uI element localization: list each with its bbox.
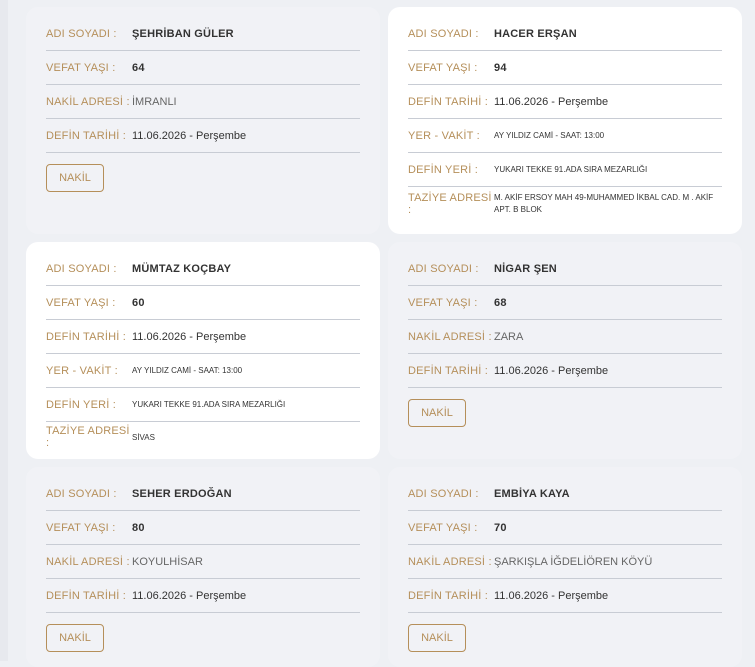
name-label: ADI SOYADI : <box>408 487 479 500</box>
name-value: SEHER ERDOĞAN <box>132 487 232 500</box>
burial-date-label: DEFİN TARİHİ : <box>408 364 489 377</box>
burial-place-value: YUKARI TEKKE 91.ADA SIRA MEZARLIĞI <box>494 165 648 174</box>
age-value: 64 <box>132 61 145 74</box>
transfer-address-value: ZARA <box>494 330 524 343</box>
age-row: VEFAT YAŞI : 70 <box>408 511 722 545</box>
obituary-card: ADI SOYADI : HACER ERŞAN VEFAT YAŞI : 94… <box>388 7 742 234</box>
name-label: ADI SOYADI : <box>408 27 479 40</box>
transfer-address-label: NAKİL ADRESİ : <box>408 555 492 568</box>
burial-date-value: 11.06.2026 - Perşembe <box>494 95 609 108</box>
obituary-card: ADI SOYADI : ŞEHRİBAN GÜLER VEFAT YAŞI :… <box>26 7 380 234</box>
burial-place-row: DEFİN YERİ : YUKARI TEKKE 91.ADA SIRA ME… <box>46 388 360 422</box>
obituary-card: ADI SOYADI : SEHER ERDOĞAN VEFAT YAŞI : … <box>26 467 380 667</box>
burial-date-value: 11.06.2026 - Perşembe <box>132 589 247 602</box>
burial-date-value: 11.06.2026 - Perşembe <box>494 589 609 602</box>
transfer-address-row: NAKİL ADRESİ : ZARA <box>408 320 722 354</box>
name-row: ADI SOYADI : ŞEHRİBAN GÜLER <box>46 17 360 51</box>
condolence-address-row: TAZİYE ADRESİ : SİVAS <box>46 422 360 452</box>
place-time-value: AY YILDIZ CAMİ - SAAT: 13:00 <box>494 131 605 140</box>
condolence-address-value: SİVAS <box>132 432 155 442</box>
obituary-card: ADI SOYADI : NİGAR ŞEN VEFAT YAŞI : 68 N… <box>388 242 742 459</box>
age-label: VEFAT YAŞI : <box>408 521 478 534</box>
name-value: NİGAR ŞEN <box>494 262 557 275</box>
burial-date-value: 11.06.2026 - Perşembe <box>494 364 609 377</box>
place-time-row: YER - VAKİT : AY YILDIZ CAMİ - SAAT: 13:… <box>46 354 360 388</box>
place-time-label: YER - VAKİT : <box>408 129 480 142</box>
name-value: HACER ERŞAN <box>494 27 577 40</box>
transfer-address-row: NAKİL ADRESİ : İMRANLI <box>46 85 360 119</box>
age-row: VEFAT YAŞI : 68 <box>408 286 722 320</box>
transfer-address-value: İMRANLI <box>132 95 177 108</box>
burial-date-value: 11.06.2026 - Perşembe <box>132 129 247 142</box>
burial-date-row: DEFİN TARİHİ : 11.06.2026 - Perşembe <box>408 354 722 388</box>
age-row: VEFAT YAŞI : 94 <box>408 51 722 85</box>
age-label: VEFAT YAŞI : <box>46 296 116 309</box>
transfer-address-row: NAKİL ADRESİ : KOYULHİSAR <box>46 545 360 579</box>
name-value: MÜMTAZ KOÇBAY <box>132 262 232 275</box>
name-value: ŞEHRİBAN GÜLER <box>132 27 234 40</box>
burial-date-row: DEFİN TARİHİ : 11.06.2026 - Perşembe <box>408 85 722 119</box>
burial-date-row: DEFİN TARİHİ : 11.06.2026 - Perşembe <box>408 579 722 613</box>
place-time-label: YER - VAKİT : <box>46 364 118 377</box>
burial-place-label: DEFİN YERİ : <box>46 398 117 411</box>
age-row: VEFAT YAŞI : 80 <box>46 511 360 545</box>
age-label: VEFAT YAŞI : <box>46 61 116 74</box>
burial-place-row: DEFİN YERİ : YUKARI TEKKE 91.ADA SIRA ME… <box>408 153 722 187</box>
left-edge-rail <box>0 0 8 661</box>
transfer-address-label: NAKİL ADRESİ : <box>408 330 492 343</box>
burial-place-value: YUKARI TEKKE 91.ADA SIRA MEZARLIĞI <box>132 400 286 409</box>
name-row: ADI SOYADI : NİGAR ŞEN <box>408 252 722 286</box>
transfer-address-value: KOYULHİSAR <box>132 555 203 568</box>
age-row: VEFAT YAŞI : 60 <box>46 286 360 320</box>
burial-place-label: DEFİN YERİ : <box>408 163 479 176</box>
condolence-address-row: TAZİYE ADRESİ : M. AKİF ERSOY MAH 49-MUH… <box>408 187 722 221</box>
condolence-address-value: M. AKİF ERSOY MAH 49-MUHAMMED İKBAL CAD.… <box>494 193 714 214</box>
obituary-card: ADI SOYADI : EMBİYA KAYA VEFAT YAŞI : 70… <box>388 467 742 667</box>
name-row: ADI SOYADI : HACER ERŞAN <box>408 17 722 51</box>
obituary-card-grid: ADI SOYADI : ŞEHRİBAN GÜLER VEFAT YAŞI :… <box>26 7 742 667</box>
name-label: ADI SOYADI : <box>46 27 117 40</box>
age-label: VEFAT YAŞI : <box>408 61 478 74</box>
burial-date-row: DEFİN TARİHİ : 11.06.2026 - Perşembe <box>46 320 360 354</box>
age-row: VEFAT YAŞI : 64 <box>46 51 360 85</box>
name-value: EMBİYA KAYA <box>494 487 570 500</box>
condolence-address-label: TAZİYE ADRESİ : <box>408 192 492 216</box>
name-row: ADI SOYADI : MÜMTAZ KOÇBAY <box>46 252 360 286</box>
nakil-button[interactable]: NAKİL <box>46 164 104 192</box>
name-row: ADI SOYADI : EMBİYA KAYA <box>408 477 722 511</box>
burial-date-label: DEFİN TARİHİ : <box>46 330 127 343</box>
age-value: 60 <box>132 296 145 309</box>
name-label: ADI SOYADI : <box>46 262 117 275</box>
condolence-address-label: TAZİYE ADRESİ : <box>46 425 130 449</box>
age-value: 68 <box>494 296 507 309</box>
nakil-button[interactable]: NAKİL <box>46 624 104 652</box>
burial-date-row: DEFİN TARİHİ : 11.06.2026 - Perşembe <box>46 119 360 153</box>
transfer-address-row: NAKİL ADRESİ : ŞARKIŞLA İĞDELİÖREN KÖYÜ <box>408 545 722 579</box>
burial-date-value: 11.06.2026 - Perşembe <box>132 330 247 343</box>
burial-date-label: DEFİN TARİHİ : <box>408 589 489 602</box>
transfer-address-label: NAKİL ADRESİ : <box>46 555 130 568</box>
name-row: ADI SOYADI : SEHER ERDOĞAN <box>46 477 360 511</box>
age-label: VEFAT YAŞI : <box>408 296 478 309</box>
transfer-address-label: NAKİL ADRESİ : <box>46 95 130 108</box>
age-value: 80 <box>132 521 145 534</box>
age-value: 70 <box>494 521 507 534</box>
obituary-card: ADI SOYADI : MÜMTAZ KOÇBAY VEFAT YAŞI : … <box>26 242 380 459</box>
nakil-button[interactable]: NAKİL <box>408 399 466 427</box>
name-label: ADI SOYADI : <box>46 487 117 500</box>
age-value: 94 <box>494 61 507 74</box>
nakil-button[interactable]: NAKİL <box>408 624 466 652</box>
burial-date-label: DEFİN TARİHİ : <box>46 129 127 142</box>
burial-date-label: DEFİN TARİHİ : <box>408 95 489 108</box>
age-label: VEFAT YAŞI : <box>46 521 116 534</box>
burial-date-row: DEFİN TARİHİ : 11.06.2026 - Perşembe <box>46 579 360 613</box>
place-time-row: YER - VAKİT : AY YILDIZ CAMİ - SAAT: 13:… <box>408 119 722 153</box>
place-time-value: AY YILDIZ CAMİ - SAAT: 13:00 <box>132 366 243 375</box>
transfer-address-value: ŞARKIŞLA İĞDELİÖREN KÖYÜ <box>494 555 653 568</box>
burial-date-label: DEFİN TARİHİ : <box>46 589 127 602</box>
name-label: ADI SOYADI : <box>408 262 479 275</box>
